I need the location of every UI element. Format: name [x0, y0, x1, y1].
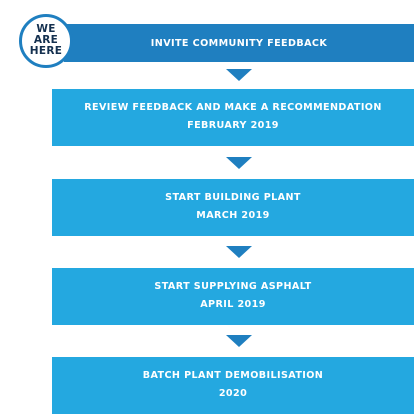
step-title: START BUILDING PLANT: [165, 192, 301, 203]
step-title: START SUPPLYING ASPHALT: [154, 281, 312, 292]
step-date: APRIL 2019: [200, 299, 266, 310]
step-title: BATCH PLANT DEMOBILISATION: [142, 370, 324, 381]
timeline-diagram: INVITE COMMUNITY FEEDBACK WE ARE HERE RE…: [0, 0, 414, 419]
step-date: MARCH 2019: [196, 210, 270, 221]
step-invite-community-feedback: INVITE COMMUNITY FEEDBACK: [64, 24, 414, 62]
step-date: FEBRUARY 2019: [187, 120, 279, 131]
badge-text-line3: HERE: [29, 45, 63, 57]
down-arrow-icon: [226, 246, 252, 258]
step-date: 2020: [218, 388, 248, 399]
step-batch-plant-demobilisation: BATCH PLANT DEMOBILISATION 2020: [52, 357, 414, 414]
step-start-building-plant: START BUILDING PLANT MARCH 2019: [52, 179, 414, 236]
step-title: INVITE COMMUNITY FEEDBACK: [150, 38, 328, 49]
step-review-feedback: REVIEW FEEDBACK AND MAKE A RECOMMENDATIO…: [52, 89, 414, 146]
step-start-supplying-asphalt: START SUPPLYING ASPHALT APRIL 2019: [52, 268, 414, 325]
we-are-here-badge: WE ARE HERE: [15, 12, 81, 70]
down-arrow-icon: [226, 335, 252, 347]
down-arrow-icon: [226, 69, 252, 81]
step-title: REVIEW FEEDBACK AND MAKE A RECOMMENDATIO…: [84, 102, 382, 113]
down-arrow-icon: [226, 157, 252, 169]
